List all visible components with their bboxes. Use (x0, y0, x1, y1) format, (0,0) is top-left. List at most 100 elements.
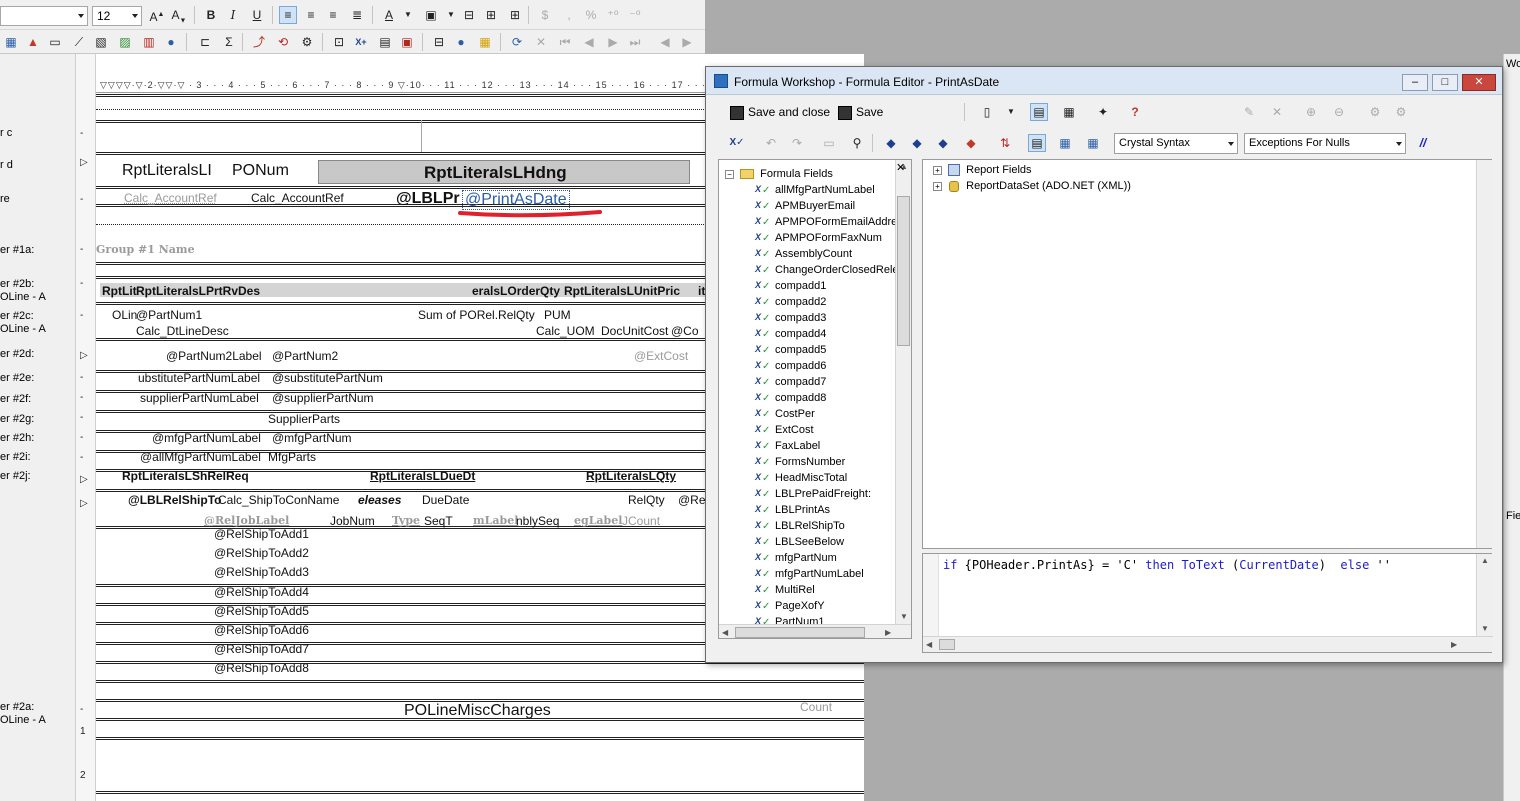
tree-item-formula[interactable]: X FaxLabel (755, 440, 820, 456)
properties-icon[interactable]: ▦ (1060, 103, 1078, 121)
tree-item-formula[interactable]: X LBLPrePaidFreight: (755, 488, 871, 504)
allmfg-label-field[interactable]: @allMfgPartNumLabel (140, 450, 261, 464)
justify-icon[interactable]: ≣ (348, 6, 366, 24)
tree-item-formula[interactable]: Xcompadd5 (755, 344, 826, 360)
tree-item-report-fields[interactable]: + Report Fields (933, 164, 1032, 180)
field-explorer-icon[interactable]: ▦ (2, 33, 20, 51)
mfgparts-field[interactable]: MfgParts (268, 450, 316, 464)
currency-icon[interactable]: $ (536, 6, 554, 24)
relshiptoadd-field[interactable]: @RelShipToAdd7 (214, 642, 309, 656)
increase-decimal-icon[interactable]: ⁺⁰ (604, 6, 622, 24)
bold-icon[interactable]: B (202, 6, 220, 24)
insert-chart-icon[interactable]: ▥ (140, 33, 158, 51)
jcount-field[interactable]: JCount (622, 514, 660, 528)
align-right-icon[interactable]: ≡ (324, 6, 342, 24)
rename-icon[interactable]: ✎ (1240, 103, 1258, 121)
lblpr-field[interactable]: @LBLPr (396, 190, 460, 208)
mfg-label-field[interactable]: @mfgPartNumLabel (152, 431, 261, 445)
previous-page-icon[interactable]: ◀ (580, 33, 598, 51)
nblyseq-field[interactable]: nblySeq (516, 514, 559, 528)
tree-item-formula[interactable]: X LBLSeeBelow (755, 536, 844, 552)
relshiptoadd-field[interactable]: @RelShipToAdd3 (214, 565, 309, 579)
docunitcost-field[interactable]: DocUnitCost (601, 324, 668, 338)
relshiptoadd-field[interactable]: @RelShipToAdd6 (214, 623, 309, 637)
next-page-icon[interactable]: ▶ (604, 33, 622, 51)
lqty-field[interactable]: RptLiteralsLQty (586, 469, 676, 483)
align-center-icon[interactable]: ≡ (302, 6, 320, 24)
tree-item-formula[interactable]: Xcompadd8 (755, 392, 826, 408)
erals-lorderqty-field[interactable]: eralsLOrderQty (472, 284, 560, 298)
tree-item-formula[interactable]: X CostPer (755, 408, 815, 424)
eglabel-field[interactable]: egLabel (574, 514, 622, 527)
tree-horizontal-scrollbar[interactable]: ◀ ▶ (719, 624, 911, 638)
formula-text-editor[interactable]: if {POHeader.PrintAs} = 'C' then ToText … (922, 553, 1493, 653)
toggle-field-tree-icon[interactable]: ▤ (1028, 134, 1046, 152)
back-icon[interactable]: ◀ (656, 33, 674, 51)
insert-text-icon[interactable]: ▭ (46, 33, 64, 51)
rpt-literals-lprtrvdes-field[interactable]: RptLiteralsLPrtRvDes (136, 284, 260, 298)
substitute-field[interactable]: @substitutePartNum (272, 371, 383, 385)
tree-item-formula[interactable]: Xcompadd2 (755, 296, 826, 312)
section-expert-icon[interactable]: ⚙ (298, 33, 316, 51)
forward-icon[interactable]: ▶ (678, 33, 696, 51)
browse-data-icon[interactable]: ▭ (820, 134, 838, 152)
tree-item-formula[interactable]: X AssemblyCount (755, 248, 852, 264)
rpt-literals-lunitpric-field[interactable]: RptLiteralsLUnitPric (564, 284, 680, 298)
percent-icon[interactable]: % (582, 6, 600, 24)
chevron-down-icon[interactable]: ▼ (1002, 103, 1020, 121)
close-button[interactable]: ✕ (1462, 74, 1496, 91)
chart-expert-icon[interactable]: ⤴ (250, 33, 268, 51)
calc-account-ref-gray-field[interactable]: Calc_AccountRef (124, 191, 217, 205)
border-icon[interactable]: ▣ (422, 6, 440, 24)
print-as-date-field[interactable]: @PrintAsDate (462, 190, 570, 210)
relshiptoadd-field[interactable]: @RelShipToAdd1 (214, 527, 309, 541)
collapse-icon[interactable]: ⊖ (1330, 103, 1348, 121)
relqty-field[interactable]: RelQty (628, 493, 665, 507)
calc-uom-field[interactable]: Calc_UOM (536, 324, 595, 338)
align-left-icon[interactable]: ≡ (279, 6, 297, 24)
editor-vertical-scrollbar[interactable]: ▲ ▼ (1476, 554, 1492, 638)
font-color-icon[interactable]: A (380, 6, 398, 24)
clear-bookmarks-icon[interactable]: ◆ (962, 134, 980, 152)
close-tree-icon[interactable]: ✕ (896, 161, 905, 174)
check-formula-icon[interactable]: X✓ (728, 134, 746, 152)
sort-icon[interactable]: ⇅ (996, 134, 1014, 152)
font-size-combo[interactable]: 12 (92, 6, 142, 26)
gear-icon[interactable]: ⚙ (1366, 103, 1384, 121)
italic-icon[interactable]: I (224, 6, 242, 24)
refresh-icon[interactable]: ● (452, 33, 470, 51)
toggle-operator-tree-icon[interactable]: ▦ (1084, 134, 1102, 152)
prev-bookmark-icon[interactable]: ◆ (934, 134, 952, 152)
duedt-field[interactable]: RptLiteralsLDueDt (370, 469, 475, 483)
stop-icon[interactable]: ✕ (532, 33, 550, 51)
tree-item-formula[interactable]: Xcompadd6 (755, 360, 826, 376)
tree-item-formula[interactable]: X FormsNumber (755, 456, 845, 472)
group1-name-field[interactable]: Group #1 Name (96, 243, 195, 256)
nulls-combo[interactable]: Exceptions For Nulls (1244, 133, 1406, 154)
redo-icon[interactable]: ↷ (788, 134, 806, 152)
lblrelshipto-field[interactable]: @LBLRelShipTo (128, 493, 221, 507)
toggle-tree-icon[interactable]: ▤ (1030, 103, 1048, 121)
reljoblabel-field[interactable]: @RelJobLabel (204, 514, 289, 527)
tree-item-formula[interactable]: XallMfgPartNumLabel (755, 184, 875, 200)
delete-icon[interactable]: ✕ (1268, 103, 1286, 121)
re-field[interactable]: @Re (678, 493, 706, 507)
tree-item-formula[interactable]: X LBLRelShipTo (755, 520, 845, 536)
relshiptoadd-field[interactable]: @RelShipToAdd5 (214, 604, 309, 618)
suppress-icon[interactable]: ⊟ (460, 6, 478, 24)
tree-vertical-scrollbar[interactable]: ▲ ▼ (895, 160, 911, 624)
calc-dtlinedesc-field[interactable]: Calc_DtLineDesc (136, 324, 229, 338)
tree-item-formula[interactable]: X APMBuyerEmail (755, 200, 855, 216)
font-name-combo[interactable] (0, 6, 88, 26)
tree-item-formula[interactable]: Xcompadd1 (755, 280, 826, 296)
olin-field[interactable]: OLin (112, 308, 137, 322)
refresh-data-icon[interactable]: ⟳ (508, 33, 526, 51)
partnum2-label-field[interactable]: @PartNum2Label (166, 349, 262, 363)
polinemisccharges-field[interactable]: POLineMiscCharges (404, 702, 551, 720)
pum-field[interactable]: PUM (544, 308, 571, 322)
relshiptoadd-field[interactable]: @RelShipToAdd8 (214, 661, 309, 675)
syntax-combo[interactable]: Crystal Syntax (1114, 133, 1238, 154)
chevron-down-icon[interactable]: ▼ (399, 6, 417, 24)
count-field[interactable]: Count (800, 700, 832, 714)
tree-item-formula[interactable]: XmfgPartNum (755, 552, 837, 568)
